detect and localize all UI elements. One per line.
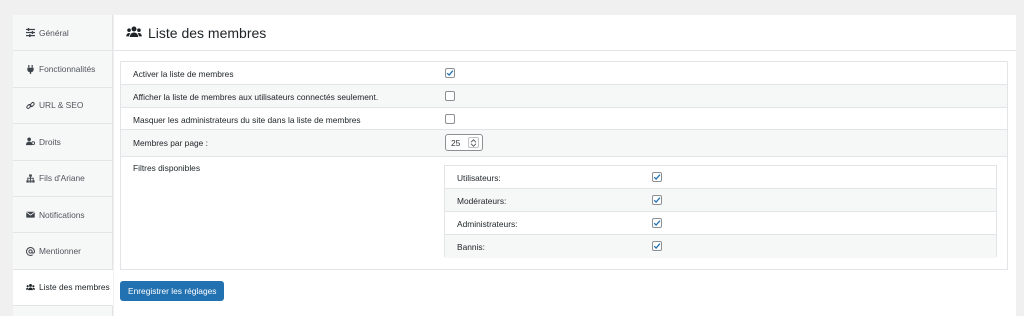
users-icon [126, 26, 142, 39]
setting-label: Afficher la liste de membres aux utilisa… [133, 92, 379, 102]
setting-label: Membres par page : [133, 138, 208, 148]
filter-label: Utilisateurs: [457, 173, 501, 183]
settings-table: Activer la liste de membres Afficher la … [120, 61, 1008, 270]
setting-row-per-page: Membres par page : 25 [121, 130, 1007, 157]
filter-label: Administrateurs: [457, 219, 518, 229]
envelope-icon [25, 210, 35, 220]
at-icon [25, 246, 35, 256]
settings-panel: Liste des membres Activer la liste de me… [114, 15, 1016, 316]
setting-label: Masquer les administrateurs du site dans… [133, 115, 361, 125]
sidebar-item-general[interactable]: Général [13, 15, 112, 52]
sidebar-item-mentions[interactable]: Mentionner [13, 233, 112, 270]
sidebar-item-label: Droits [39, 136, 61, 147]
filter-row-banned: Bannis: [445, 235, 996, 258]
logged-only-checkbox[interactable] [445, 91, 455, 101]
sitemap-icon [25, 173, 35, 183]
filter-label: Bannis: [457, 242, 485, 252]
sliders-icon [25, 28, 35, 38]
filter-banned-checkbox[interactable] [652, 241, 662, 251]
users-icon [25, 282, 35, 292]
setting-label: Filtres disponibles [133, 163, 201, 173]
settings-wrapper: Général Fonctionnalités URL & SEO Droits… [13, 15, 1016, 316]
filters-table: Utilisateurs: Modérateurs: Administrateu… [444, 165, 997, 258]
sidebar-item-label: Notifications [39, 209, 85, 220]
filter-row-users: Utilisateurs: [445, 166, 996, 189]
setting-row-hide-admins: Masquer les administrateurs du site dans… [121, 108, 1007, 130]
hide-admins-checkbox[interactable] [445, 114, 455, 124]
filter-label: Modérateurs: [457, 196, 507, 206]
setting-row-enable-list: Activer la liste de membres [121, 62, 1007, 85]
sidebar-item-label: Fils d'Ariane [39, 173, 85, 184]
stepper-value: 25 [451, 137, 461, 148]
sidebar-item-member-list[interactable]: Liste des membres [13, 269, 113, 307]
filter-row-administrators: Administrateurs: [445, 212, 996, 235]
panel-header: Liste des membres [114, 15, 1016, 51]
filter-row-moderators: Modérateurs: [445, 189, 996, 212]
sidebar-item-label: Liste des membres [39, 282, 110, 293]
link-icon [25, 100, 35, 110]
sidebar-item-permissions[interactable]: Droits [13, 124, 112, 161]
enable-list-checkbox[interactable] [445, 68, 455, 78]
users-key-icon [25, 137, 35, 147]
plug-icon [25, 64, 35, 74]
sidebar-item-features[interactable]: Fonctionnalités [13, 51, 112, 88]
save-settings-button[interactable]: Enregistrer les réglages [120, 281, 225, 301]
sidebar-item-url-seo[interactable]: URL & SEO [13, 88, 112, 125]
sidebar-item-notifications[interactable]: Notifications [13, 197, 112, 234]
setting-label: Activer la liste de membres [133, 69, 234, 79]
page-title: Liste des membres [148, 24, 267, 41]
chevron-down-icon[interactable] [470, 142, 477, 147]
setting-row-logged-only: Afficher la liste de membres aux utilisa… [121, 85, 1007, 108]
filter-administrators-checkbox[interactable] [652, 218, 662, 228]
members-per-page-stepper[interactable]: 25 [445, 134, 483, 151]
sidebar-item-breadcrumbs[interactable]: Fils d'Ariane [13, 161, 112, 197]
sidebar-item-label: URL & SEO [39, 100, 84, 111]
filter-users-checkbox[interactable] [652, 172, 662, 182]
sidebar-item-label: Mentionner [39, 246, 81, 257]
stepper-arrows[interactable] [468, 137, 479, 148]
sidebar-item-label: Fonctionnalités [39, 64, 96, 75]
sidebar-item-label: Général [39, 27, 69, 38]
filter-moderators-checkbox[interactable] [652, 195, 662, 205]
settings-sidebar: Général Fonctionnalités URL & SEO Droits… [13, 15, 113, 316]
